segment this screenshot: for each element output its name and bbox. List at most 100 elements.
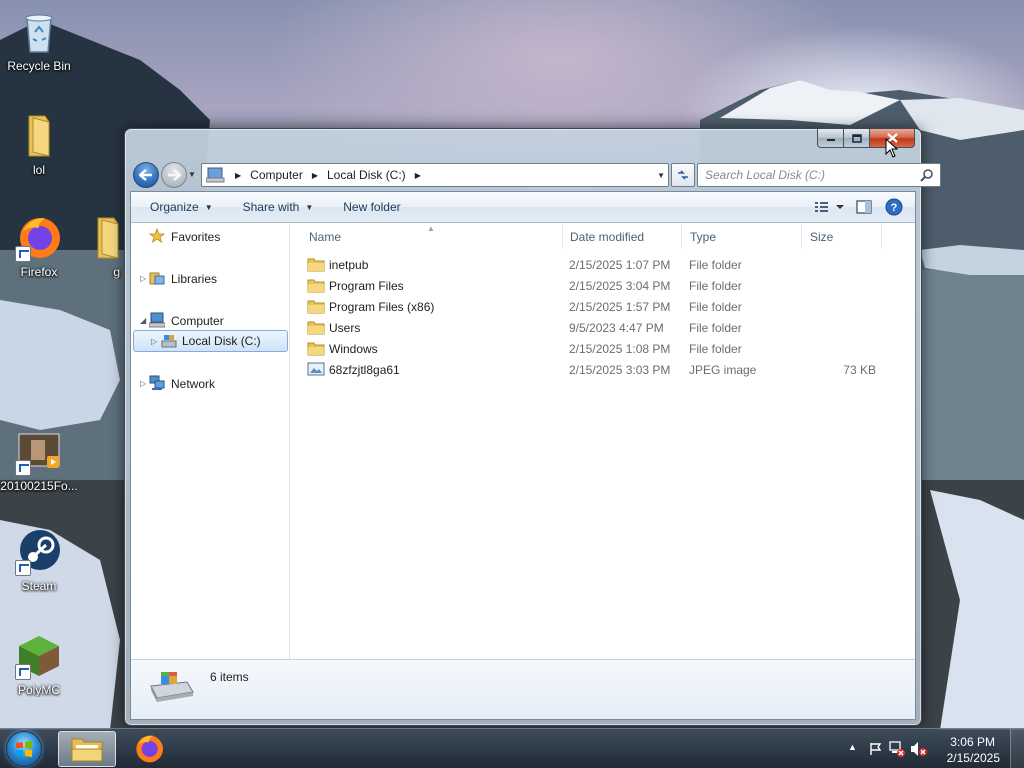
file-date: 2/15/2025 3:03 PM [569, 363, 671, 377]
maximize-button[interactable] [844, 129, 870, 148]
address-bar[interactable]: ▶ Computer ▶ Local Disk (C:) ▶ ▼ [201, 163, 669, 187]
desktop-icon-steam[interactable]: Steam [0, 528, 78, 593]
desktop-icon-firefox[interactable]: Firefox [0, 214, 78, 279]
nav-label: Computer [171, 313, 224, 328]
desktop-icon-label: g [113, 265, 120, 279]
view-controls: ? [809, 195, 909, 219]
clock-time[interactable]: 3:06 PM [950, 735, 995, 749]
column-header-label: Size [810, 229, 834, 244]
nav-label: Libraries [171, 271, 218, 286]
action-center-icon[interactable] [868, 741, 884, 757]
taskbar-firefox[interactable] [120, 731, 178, 767]
desktop-icon-label: lol [32, 163, 45, 177]
nav-label: Network [171, 376, 216, 391]
mouse-cursor-icon [885, 138, 899, 158]
drive-icon [161, 335, 177, 348]
file-name: 68zfzjtl8ga61 [329, 363, 400, 377]
breadcrumb-separator-icon[interactable]: ▶ [415, 171, 421, 180]
nav-item-computer[interactable]: ◢ Computer [131, 310, 288, 331]
shortcut-arrow-icon [15, 246, 31, 262]
show-hidden-icons-arrow[interactable]: ▲ [848, 742, 857, 752]
desktop-icon-polymc[interactable]: PolyMC [0, 632, 78, 697]
folder-icon [307, 258, 325, 272]
nav-item-favorites[interactable]: Favorites [131, 226, 288, 247]
file-type: File folder [689, 300, 742, 314]
preview-pane-button[interactable] [849, 195, 879, 219]
breadcrumb-separator-icon[interactable]: ▶ [235, 171, 241, 180]
file-list[interactable]: Name ▲ Date modified Type Size inetpub 2… [291, 224, 915, 659]
change-view-button[interactable] [809, 195, 849, 219]
file-size: 73 KB [843, 363, 876, 377]
help-button[interactable]: ? [879, 195, 909, 219]
breadcrumb-local-disk[interactable]: Local Disk (C:) [327, 168, 406, 182]
recent-pages-dropdown[interactable]: ▼ [188, 170, 196, 179]
breadcrumb-separator-icon[interactable]: ▶ [312, 171, 318, 180]
explorer-window[interactable]: ▼ ▶ Computer ▶ Local Disk (C:) ▶ ▼ Searc… [124, 128, 941, 726]
network-status-icon[interactable] [888, 741, 906, 757]
expand-arrow-icon[interactable]: ▷ [151, 337, 157, 346]
file-name: Users [329, 321, 361, 335]
address-dropdown-icon[interactable]: ▼ [657, 171, 665, 180]
file-date: 2/15/2025 3:04 PM [569, 279, 671, 293]
network-icon [149, 375, 165, 390]
file-row[interactable]: Users 9/5/2023 4:47 PM File folder [291, 317, 915, 338]
collapse-arrow-icon[interactable]: ◢ [140, 316, 146, 325]
file-row[interactable]: inetpub 2/15/2025 1:07 PM File folder [291, 254, 915, 275]
taskbar-explorer[interactable] [58, 731, 116, 767]
folder-icon [71, 738, 103, 762]
new-folder-button[interactable]: New folder [334, 195, 409, 219]
forward-button[interactable] [161, 162, 187, 188]
column-header-label: Type [690, 229, 717, 244]
nav-label: Local Disk (C:) [182, 334, 261, 348]
nav-item-local-disk[interactable]: ▷ Local Disk (C:) [133, 330, 288, 352]
file-row[interactable]: Windows 2/15/2025 1:08 PM File folder [291, 338, 915, 359]
file-rows: inetpub 2/15/2025 1:07 PM File folder Pr… [291, 254, 915, 380]
column-header-size[interactable]: Size [802, 224, 882, 249]
desktop-icon-video[interactable]: 20100215Fo... [0, 428, 78, 493]
file-date: 2/15/2025 1:57 PM [569, 300, 671, 314]
expand-arrow-icon[interactable]: ▷ [140, 379, 146, 388]
column-header-label: Date modified [570, 229, 645, 244]
share-with-label: Share with [242, 200, 300, 214]
breadcrumb-computer[interactable]: Computer [250, 168, 303, 182]
desktop-icon-label: Steam [21, 579, 57, 593]
column-header-date-modified[interactable]: Date modified [562, 224, 682, 249]
minimize-button[interactable] [817, 129, 844, 148]
folder-icon [307, 321, 325, 335]
file-row[interactable]: Program Files 2/15/2025 3:04 PM File fol… [291, 275, 915, 296]
view-options-icon [815, 202, 844, 212]
expand-arrow-icon[interactable]: ▷ [140, 274, 146, 283]
file-name: Program Files (x86) [329, 300, 435, 314]
column-header-type[interactable]: Type [682, 224, 802, 249]
show-desktop-button[interactable] [1010, 729, 1024, 768]
volume-muted-icon[interactable] [910, 741, 928, 757]
file-name: Windows [329, 342, 378, 356]
file-date: 9/5/2023 4:47 PM [569, 321, 664, 335]
file-row[interactable]: Program Files (x86) 2/15/2025 1:57 PM Fi… [291, 296, 915, 317]
organize-label: Organize [150, 200, 199, 214]
nav-item-libraries[interactable]: ▷ Libraries [131, 268, 288, 289]
refresh-button[interactable] [671, 163, 695, 187]
column-header-label: Name [309, 229, 342, 244]
back-button[interactable] [133, 162, 159, 188]
minimize-icon [826, 139, 835, 141]
svg-text:?: ? [891, 202, 898, 214]
command-bar: Organize ▼ Share with ▼ New folder ? [131, 192, 915, 223]
refresh-icon [678, 170, 688, 180]
organize-button[interactable]: Organize ▼ [141, 195, 222, 219]
new-folder-label: New folder [343, 200, 401, 214]
file-row[interactable]: 68zfzjtl8ga61 2/15/2025 3:03 PM JPEG ima… [291, 359, 915, 380]
clock-date[interactable]: 2/15/2025 [947, 751, 1000, 765]
desktop-icon-g[interactable]: g [76, 214, 124, 279]
shortcut-arrow-icon [15, 560, 31, 576]
file-type: JPEG image [689, 363, 757, 377]
desktop-icon-recycle-bin[interactable]: Recycle Bin [0, 8, 78, 73]
desktop-icon-label: Firefox [20, 265, 58, 279]
nav-item-network[interactable]: ▷ Network [131, 373, 288, 394]
file-name: inetpub [329, 258, 369, 272]
search-input[interactable]: Search Local Disk (C:) [697, 163, 941, 187]
share-with-button[interactable]: Share with ▼ [234, 195, 323, 219]
desktop-icon-label: Recycle Bin [7, 59, 71, 73]
desktop-icon-lol[interactable]: lol [0, 112, 78, 177]
start-button[interactable] [6, 731, 42, 767]
